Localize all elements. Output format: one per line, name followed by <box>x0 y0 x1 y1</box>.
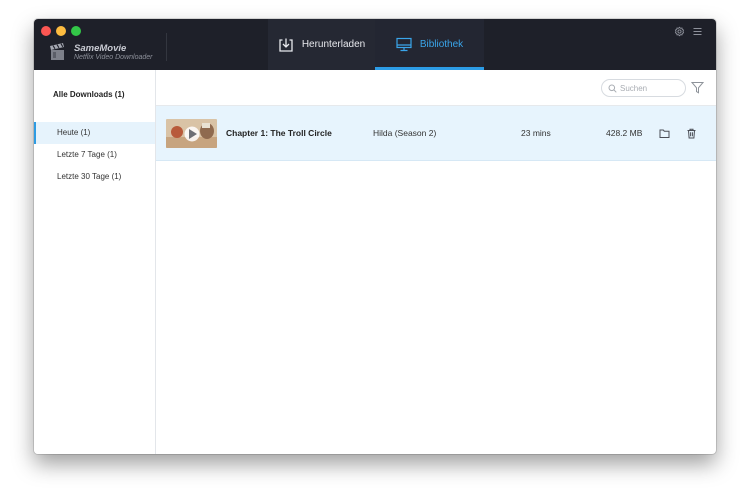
close-window-button[interactable] <box>41 26 51 36</box>
brand-name: SameMovie <box>74 43 127 54</box>
video-duration: 23 mins <box>521 128 551 138</box>
tab-herunterladen-label: Herunterladen <box>301 39 366 50</box>
search-input[interactable] <box>620 82 682 94</box>
sidebar-item-letzte-30-tage[interactable]: Letzte 30 Tage (1) <box>34 166 155 188</box>
library-toolbar <box>156 70 716 106</box>
trash-icon[interactable] <box>686 128 697 139</box>
gear-icon[interactable] <box>674 26 685 37</box>
open-folder-icon[interactable] <box>659 128 670 139</box>
minimize-window-button[interactable] <box>56 26 66 36</box>
download-icon <box>279 38 293 52</box>
tab-bibliothek-label: Bibliothek <box>419 39 464 50</box>
video-title: Chapter 1: The Troll Circle <box>226 128 332 138</box>
video-series: Hilda (Season 2) <box>373 128 437 138</box>
search-icon <box>608 84 617 93</box>
hamburger-menu-icon[interactable] <box>693 27 702 36</box>
zoom-window-button[interactable] <box>71 26 81 36</box>
sidebar-item-label: Heute (1) <box>57 128 91 137</box>
sidebar-item-label: Letzte 30 Tage (1) <box>57 172 122 181</box>
table-row[interactable]: Chapter 1: The Troll Circle Hilda (Seaso… <box>156 106 716 161</box>
video-thumbnail[interactable] <box>166 119 217 148</box>
tab-herunterladen[interactable]: Herunterladen <box>268 19 375 70</box>
play-icon <box>189 129 197 139</box>
filter-icon[interactable] <box>691 81 704 94</box>
app-window: SameMovie Netflix Video Downloader Herun… <box>34 19 716 454</box>
film-clapper-icon <box>50 43 64 60</box>
sidebar: Alle Downloads (1) Heute (1) Letzte 7 Ta… <box>34 70 156 454</box>
monitor-icon <box>396 37 412 52</box>
sidebar-item-heute[interactable]: Heute (1) <box>34 122 155 144</box>
title-divider <box>166 33 167 61</box>
search-box <box>601 79 686 97</box>
tab-bibliothek[interactable]: Bibliothek <box>375 19 484 70</box>
brand-subtitle: Netflix Video Downloader <box>74 54 153 61</box>
sidebar-heading-all-downloads[interactable]: Alle Downloads (1) <box>53 90 125 99</box>
video-file-size: 428.2 MB <box>606 128 643 138</box>
title-bar: SameMovie Netflix Video Downloader Herun… <box>34 19 716 70</box>
sidebar-item-label: Letzte 7 Tage (1) <box>57 150 117 159</box>
sidebar-item-letzte-7-tage[interactable]: Letzte 7 Tage (1) <box>34 144 155 166</box>
